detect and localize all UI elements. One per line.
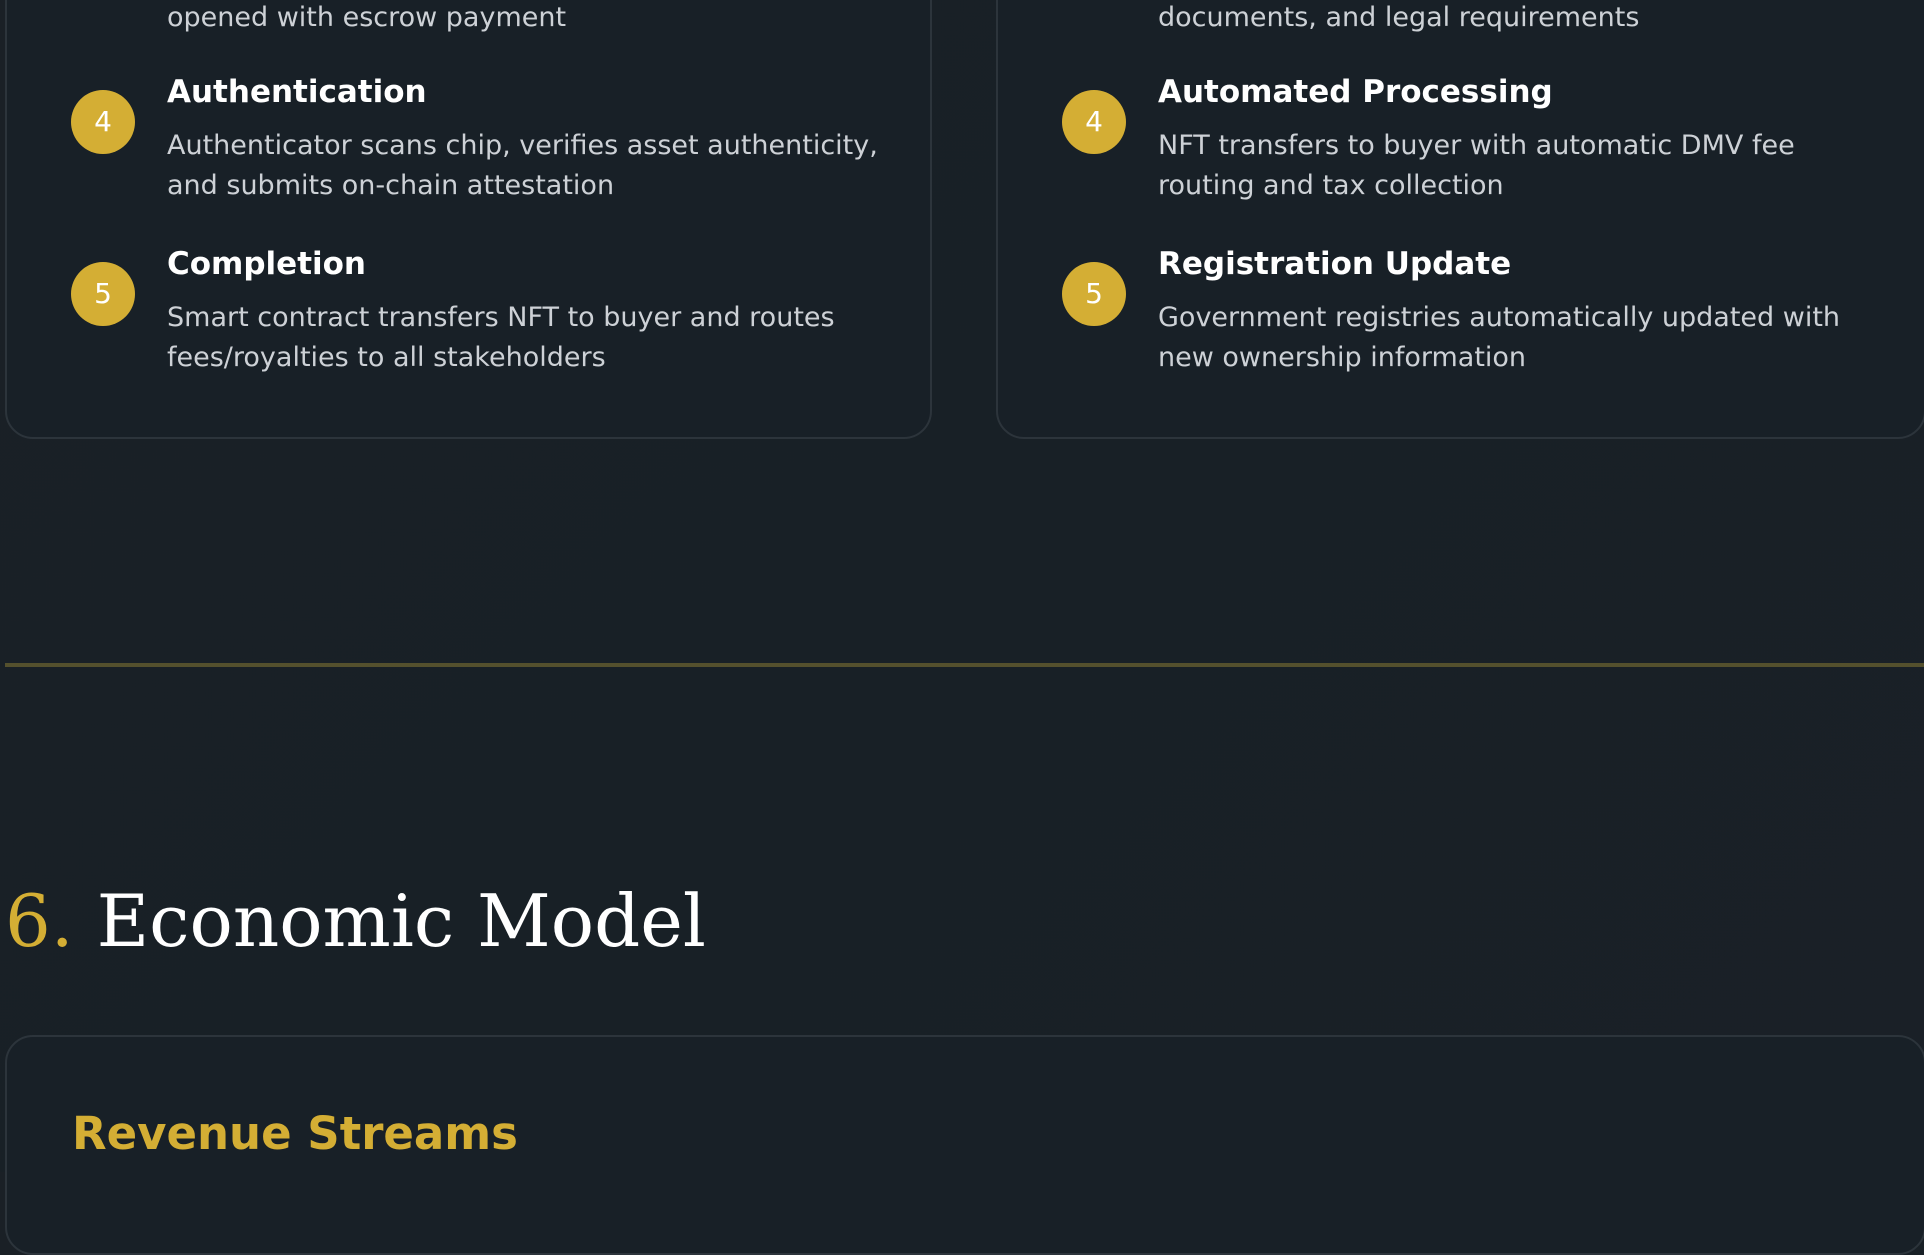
step-description-tail: opened with escrow payment: [167, 2, 567, 33]
step-number-badge: 4: [71, 90, 135, 154]
step-title: Completion: [167, 246, 367, 282]
step-title: Authentication: [167, 74, 427, 110]
step-number-badge: 4: [1062, 90, 1126, 154]
step-number-badge: 5: [71, 262, 135, 326]
step-description-tail: documents, and legal requirements: [1158, 2, 1640, 33]
step-number-badge: 5: [1062, 262, 1126, 326]
section-heading: 6. Economic Model: [5, 885, 706, 957]
step-title: Registration Update: [1158, 246, 1512, 282]
process-card-right: documents, and legal requirements 4 Auto…: [996, 0, 1924, 439]
process-card-left: opened with escrow payment 4 Authenticat…: [5, 0, 932, 439]
section-divider: [5, 663, 1924, 667]
step-description: NFT transfers to buyer with automatic DM…: [1158, 130, 1795, 201]
economic-model-card: Revenue Streams: [5, 1035, 1924, 1255]
section-number: 6.: [5, 879, 74, 963]
step-title: Automated Processing: [1158, 74, 1553, 110]
step-description: Government registries automatically upda…: [1158, 302, 1841, 373]
section-title-text: Economic Model: [96, 879, 706, 963]
step-description: Authenticator scans chip, verifies asset…: [167, 130, 878, 201]
revenue-streams-heading: Revenue Streams: [72, 1107, 518, 1160]
step-description: Smart contract transfers NFT to buyer an…: [167, 302, 835, 373]
